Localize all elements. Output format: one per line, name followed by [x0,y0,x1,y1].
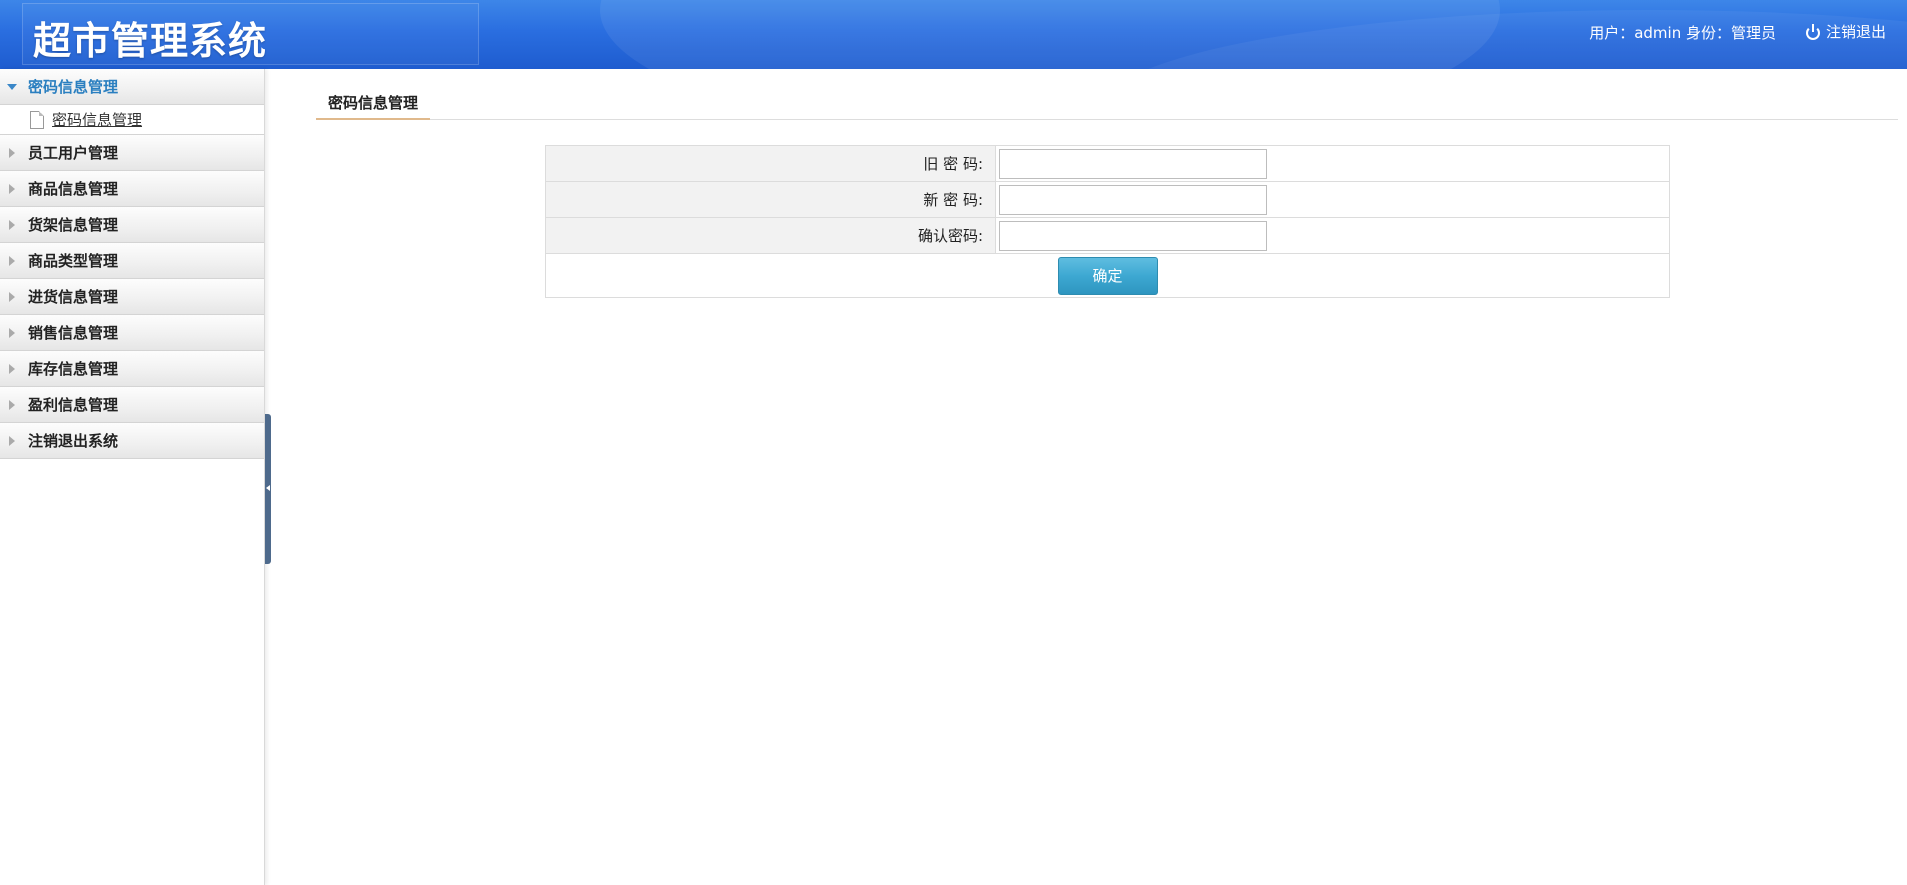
chevron-right-icon [9,292,15,302]
sidebar-group-logout[interactable]: 注销退出系统 [0,423,264,459]
chevron-right-icon [9,148,15,158]
sidebar-group-label: 盈利信息管理 [28,396,119,414]
chevron-right-icon [9,328,15,338]
confirm-password-input[interactable] [999,220,1267,251]
collapse-arrow-icon [266,485,270,491]
chevron-down-icon [7,84,17,90]
form-row-submit: 确定 [545,253,1670,298]
sidebar-item-password-management[interactable]: 密码信息管理 [0,105,264,135]
user-info: 用户：admin 身份：管理员 [1589,24,1776,42]
power-icon [1805,23,1821,40]
tab-bar: 密码信息管理 [316,87,1898,120]
new-password-input[interactable] [999,184,1267,215]
logout-label: 注销退出 [1825,23,1886,41]
sidebar-group-inventory[interactable]: 库存信息管理 [0,351,264,387]
sidebar-item-label: 密码信息管理 [52,111,143,129]
form-row-old-password: 旧 密 码: [545,145,1670,182]
form-row-new-password: 新 密 码: [545,181,1670,218]
old-password-label: 旧 密 码: [545,145,996,182]
sidebar: 密码信息管理 密码信息管理 员工用户管理 商品信息管理 货架信息管理 商品类型管… [0,69,265,885]
app-title: 超市管理系统 [33,19,268,63]
chevron-right-icon [9,436,15,446]
sidebar-group-label: 进货信息管理 [28,288,119,306]
chevron-right-icon [9,400,15,410]
sidebar-group-employee[interactable]: 员工用户管理 [0,135,264,171]
sidebar-group-product[interactable]: 商品信息管理 [0,171,264,207]
sidebar-group-product-type[interactable]: 商品类型管理 [0,243,264,279]
sidebar-group-label: 员工用户管理 [28,144,119,162]
new-password-label: 新 密 码: [545,181,996,218]
chevron-right-icon [9,364,15,374]
confirm-password-label: 确认密码: [545,217,996,254]
sidebar-group-purchase[interactable]: 进货信息管理 [0,279,264,315]
top-header: 超市管理系统 用户：admin 身份：管理员 注销退出 [0,0,1907,69]
chevron-right-icon [9,220,15,230]
form-row-confirm-password: 确认密码: [545,217,1670,254]
sidebar-group-label: 库存信息管理 [28,360,119,378]
sidebar-group-label: 商品信息管理 [28,180,119,198]
sidebar-group-profit[interactable]: 盈利信息管理 [0,387,264,423]
logout-link[interactable]: 注销退出 [1805,21,1886,42]
old-password-input[interactable] [999,148,1267,179]
logo-box: 超市管理系统 [22,3,479,65]
sidebar-group-password[interactable]: 密码信息管理 [0,69,264,105]
main-content: 密码信息管理 旧 密 码: 新 密 码: 确认密码: 确定 [271,69,1907,885]
sidebar-group-label: 注销退出系统 [28,432,119,450]
confirm-button[interactable]: 确定 [1057,256,1158,295]
sidebar-group-shelf[interactable]: 货架信息管理 [0,207,264,243]
chevron-right-icon [9,184,15,194]
sidebar-group-label: 密码信息管理 [28,78,119,96]
sidebar-group-label: 商品类型管理 [28,252,119,270]
tab-password-management[interactable]: 密码信息管理 [316,87,431,120]
sidebar-group-label: 货架信息管理 [28,216,119,234]
sidebar-group-label: 销售信息管理 [28,324,119,342]
password-form: 旧 密 码: 新 密 码: 确认密码: 确定 [545,145,1670,298]
chevron-right-icon [9,256,15,266]
file-icon [30,110,44,129]
sidebar-group-sales[interactable]: 销售信息管理 [0,315,264,351]
